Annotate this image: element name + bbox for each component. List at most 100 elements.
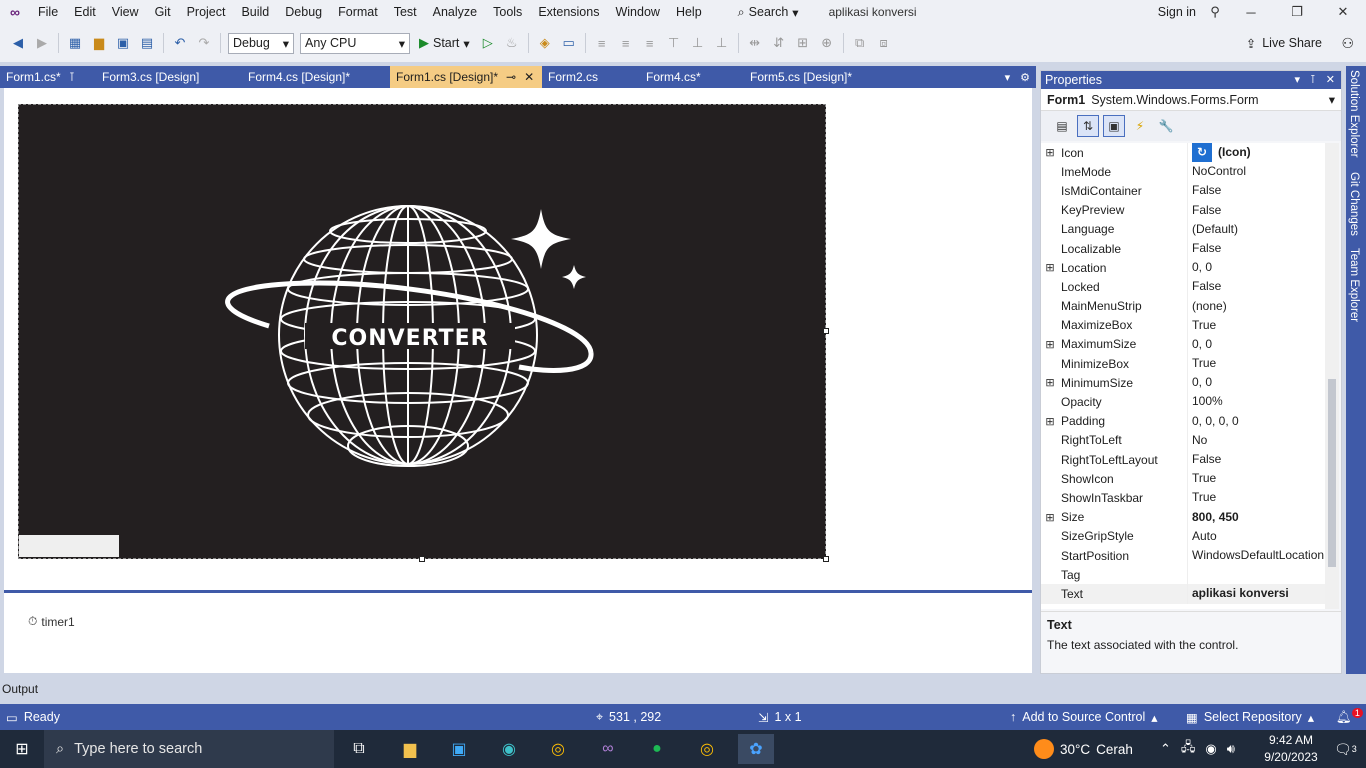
align-top-icon[interactable]: ⊤	[664, 33, 684, 53]
property-row[interactable]: Locked False	[1041, 277, 1325, 297]
doc-tab[interactable]: Form1.cs [Design]* ⊸ ✕	[390, 66, 542, 88]
hot-reload-icon[interactable]: ♨	[502, 33, 522, 53]
doc-tab[interactable]: Form4.cs [Design]*	[242, 66, 390, 88]
property-value[interactable]: False	[1187, 450, 1325, 470]
property-row[interactable]: MinimizeBox True	[1041, 354, 1325, 374]
close-icon[interactable]: ✕	[1326, 71, 1335, 89]
property-row[interactable]: ⊞ Padding 0, 0, 0, 0	[1041, 411, 1325, 431]
size-icon[interactable]: ⇵	[769, 33, 789, 53]
menu-window[interactable]: Window	[607, 0, 667, 24]
expand-icon[interactable]: ⊞	[1041, 261, 1059, 274]
running-app-icon[interactable]: ✿	[738, 734, 774, 764]
align-bottom-icon[interactable]: ⊥	[712, 33, 732, 53]
sign-in-button[interactable]: Sign in	[1158, 5, 1196, 19]
property-value[interactable]: False	[1187, 181, 1325, 201]
webcam-icon[interactable]: ◉	[1205, 741, 1216, 757]
windows-start-icon[interactable]: ⊞	[0, 730, 44, 768]
expand-icon[interactable]: ⊞	[1041, 338, 1059, 351]
save-all-icon[interactable]: ▤	[137, 33, 157, 53]
property-row[interactable]: Language (Default)	[1041, 219, 1325, 239]
property-row[interactable]: RightToLeftLayout False	[1041, 450, 1325, 470]
menu-test[interactable]: Test	[386, 0, 425, 24]
spotify-icon[interactable]: ●	[642, 734, 672, 764]
align-center-icon[interactable]: ≡	[616, 33, 636, 53]
configuration-select[interactable]: Debug ▾	[228, 32, 294, 54]
properties-scrollbar[interactable]	[1325, 143, 1339, 609]
property-value[interactable]: (Default)	[1187, 219, 1325, 239]
menu-format[interactable]: Format	[330, 0, 386, 24]
close-icon[interactable]: ✕	[524, 66, 534, 88]
menu-tools[interactable]: Tools	[485, 0, 530, 24]
property-row[interactable]: ImeMode NoControl	[1041, 162, 1325, 182]
align-middle-icon[interactable]: ⊥	[688, 33, 708, 53]
property-value[interactable]: WindowsDefaultLocation	[1187, 545, 1325, 566]
property-value[interactable]: True	[1187, 469, 1325, 489]
property-row[interactable]: Tag	[1041, 565, 1325, 585]
menu-git[interactable]: Git	[147, 0, 179, 24]
expand-icon[interactable]: ⊞	[1041, 146, 1059, 159]
save-icon[interactable]: ▣	[113, 33, 133, 53]
property-value[interactable]: aplikasi konversi	[1187, 584, 1325, 604]
doc-tab[interactable]: Form2.cs	[542, 66, 640, 88]
resize-handle-right[interactable]	[823, 328, 829, 334]
start-button[interactable]: ▶ Start ▾	[413, 35, 476, 51]
close-button[interactable]: ✕	[1320, 0, 1366, 24]
property-pages-icon[interactable]: 🔧	[1155, 115, 1177, 137]
property-row[interactable]: ⊞ Icon ↻ (Icon)	[1041, 143, 1325, 163]
pin-icon[interactable]: ⊺	[69, 66, 75, 88]
property-value[interactable]: ↻ (Icon)	[1187, 143, 1325, 163]
pin-icon[interactable]: ⊸	[506, 66, 516, 88]
property-value[interactable]: 0, 0	[1187, 334, 1325, 355]
layout-icon[interactable]: ▭	[559, 33, 579, 53]
property-row[interactable]: SizeGripStyle Auto	[1041, 526, 1325, 546]
action-center-icon[interactable]: 🗨︎ 3	[1334, 730, 1357, 768]
scrollbar-thumb[interactable]	[1328, 379, 1336, 567]
doc-tab[interactable]: Form5.cs [Design]*	[744, 66, 890, 88]
property-row[interactable]: Text aplikasi konversi	[1041, 584, 1325, 604]
doc-tab[interactable]: Form4.cs*	[640, 66, 744, 88]
property-value[interactable]: True	[1187, 354, 1325, 374]
select-repository-button[interactable]: ▦ Select Repository ▴	[1186, 710, 1314, 725]
minimize-button[interactable]: ─	[1228, 0, 1274, 24]
dropdown-icon[interactable]: ▾	[1295, 71, 1301, 89]
menu-debug[interactable]: Debug	[277, 0, 330, 24]
output-tab[interactable]: Output	[0, 678, 1040, 700]
property-row[interactable]: ⊞ Location 0, 0	[1041, 258, 1325, 278]
property-row[interactable]: ⊞ MinimumSize 0, 0	[1041, 373, 1325, 393]
undo-icon[interactable]: ↶	[170, 33, 190, 53]
property-row[interactable]: StartPosition WindowsDefaultLocation	[1041, 545, 1325, 566]
volume-icon[interactable]: 🔊︎	[1227, 741, 1235, 757]
microsoft-store-icon[interactable]: ▣	[444, 734, 474, 764]
order-icon[interactable]: ⧉	[850, 33, 870, 53]
tab-order-icon[interactable]: ⧈	[874, 33, 894, 53]
back-icon[interactable]: ◀	[8, 33, 28, 53]
live-share-button[interactable]: ⇪ Live Share	[1246, 24, 1322, 62]
platform-select[interactable]: Any CPU ▾	[300, 32, 410, 54]
property-value[interactable]: (none)	[1187, 296, 1325, 316]
property-row[interactable]: ShowInTaskbar True	[1041, 488, 1325, 508]
property-value[interactable]: True	[1187, 315, 1325, 335]
property-row[interactable]: Opacity 100%	[1041, 392, 1325, 412]
feedback-icon[interactable]: ⚲	[1202, 0, 1228, 24]
property-value[interactable]: False	[1187, 200, 1325, 220]
property-value[interactable]: 0, 0	[1187, 373, 1325, 393]
property-row[interactable]: MainMenuStrip (none)	[1041, 296, 1325, 316]
menu-analyze[interactable]: Analyze	[425, 0, 485, 24]
expand-icon[interactable]: ⊞	[1041, 376, 1059, 389]
network-icon[interactable]: 🖧︎	[1181, 738, 1196, 760]
chevron-up-icon[interactable]: ⌃	[1160, 741, 1171, 757]
align-right-icon[interactable]: ≡	[640, 33, 660, 53]
property-value[interactable]: 800, 450	[1187, 507, 1325, 527]
spacing-icon[interactable]: ⇹	[745, 33, 765, 53]
solution-explorer-tab[interactable]: Solution Explorer	[1348, 70, 1360, 158]
property-value[interactable]: 100%	[1187, 392, 1325, 412]
forward-icon[interactable]: ▶	[32, 33, 52, 53]
property-row[interactable]: MaximizeBox True	[1041, 315, 1325, 335]
settings-icon[interactable]: ⚙	[1020, 71, 1030, 84]
center-icon[interactable]: ⊕	[817, 33, 837, 53]
restore-button[interactable]: ❐	[1274, 0, 1320, 24]
property-value[interactable]: True	[1187, 488, 1325, 508]
menu-file[interactable]: File	[30, 0, 66, 24]
taskbar-clock[interactable]: 9:42 AM 9/20/2023	[1256, 732, 1326, 766]
menu-help[interactable]: Help	[668, 0, 710, 24]
